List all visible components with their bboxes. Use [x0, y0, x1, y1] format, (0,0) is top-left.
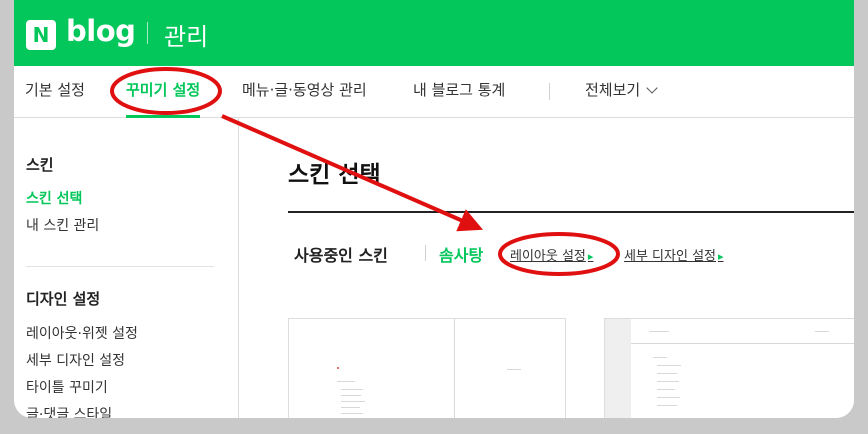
- annotation-circle-tab: [110, 67, 222, 115]
- annotation-overlay: [110, 67, 620, 276]
- annotation-arrow: [221, 114, 483, 232]
- annotation-circle-layout-link: [498, 232, 620, 276]
